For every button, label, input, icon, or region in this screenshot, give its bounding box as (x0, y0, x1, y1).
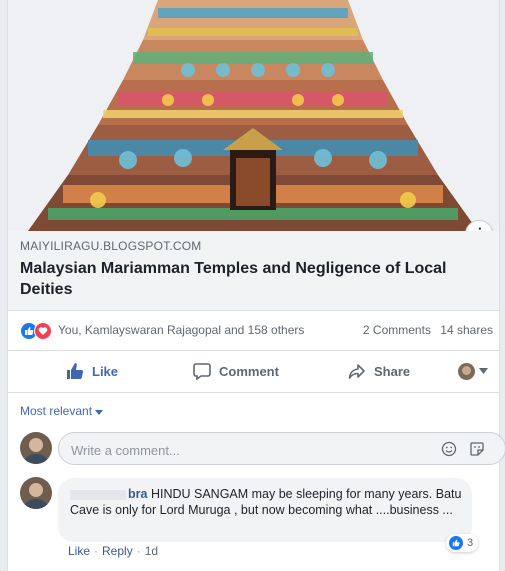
like-button[interactable]: Like (66, 350, 118, 392)
comment-input[interactable] (69, 440, 433, 460)
separator-dot: · (94, 544, 99, 558)
my-avatar[interactable] (20, 432, 52, 464)
emoji-icon[interactable] (441, 441, 457, 457)
commenter-avatar[interactable] (20, 477, 52, 509)
like-reaction-icon (449, 536, 463, 550)
share-arrow-icon (348, 364, 365, 379)
link-preview-image[interactable]: i (8, 0, 499, 231)
reaction-summary[interactable]: You, Kamlayswaran Rajagopal and 158 othe… (58, 323, 304, 337)
comment-timestamp[interactable]: 1d (145, 544, 158, 558)
post-actions: Like Comment Share (8, 350, 499, 393)
reaction-icons[interactable] (20, 322, 54, 340)
caret-down-icon (479, 368, 488, 374)
audience-selector[interactable] (458, 350, 496, 392)
comment-reply-link[interactable]: Reply (102, 544, 133, 558)
comment-button[interactable]: Comment (193, 350, 279, 392)
post-card: i MAIYILIRAGU.BLOGSPOT.COM Malaysian Mar… (7, 0, 505, 571)
redacted-name (70, 489, 126, 500)
link-title[interactable]: Malaysian Mariamman Temples and Negligen… (20, 258, 470, 300)
profile-mini-avatar (458, 362, 475, 380)
comment-actions: Like · Reply · 1d (68, 544, 158, 558)
comment-like-count[interactable]: 3 (446, 534, 479, 552)
like-label: Like (92, 363, 119, 379)
comment-icon (193, 363, 211, 380)
reactions-bar: You, Kamlayswaran Rajagopal and 158 othe… (8, 310, 499, 351)
share-count[interactable]: 14 shares (440, 323, 493, 337)
separator-dot: · (136, 544, 141, 558)
post-stats: 2 Comments 14 shares (357, 323, 493, 337)
temple-tower-image (8, 0, 499, 231)
thumbs-up-icon (67, 363, 84, 379)
sticker-icon[interactable] (469, 441, 485, 457)
caret-down-icon (95, 410, 104, 415)
love-reaction-icon (34, 322, 52, 340)
sort-label: Most relevant (20, 404, 93, 418)
link-preview-meta[interactable]: MAIYILIRAGU.BLOGSPOT.COM Malaysian Maria… (8, 231, 499, 311)
comment-like-number: 3 (467, 537, 474, 549)
comment-sort-dropdown[interactable]: Most relevant (20, 404, 104, 418)
comment-count[interactable]: 2 Comments (363, 323, 431, 337)
share-label: Share (374, 363, 411, 379)
share-button[interactable]: Share (348, 350, 410, 392)
link-domain: MAIYILIRAGU.BLOGSPOT.COM (20, 239, 202, 253)
comment-label: Comment (219, 363, 279, 379)
comment-like-link[interactable]: Like (68, 544, 90, 558)
comment-composer[interactable] (58, 432, 505, 465)
comment-author[interactable]: bra (128, 487, 147, 501)
comment-bubble: bra HINDU SANGAM may be sleeping for man… (58, 478, 472, 542)
